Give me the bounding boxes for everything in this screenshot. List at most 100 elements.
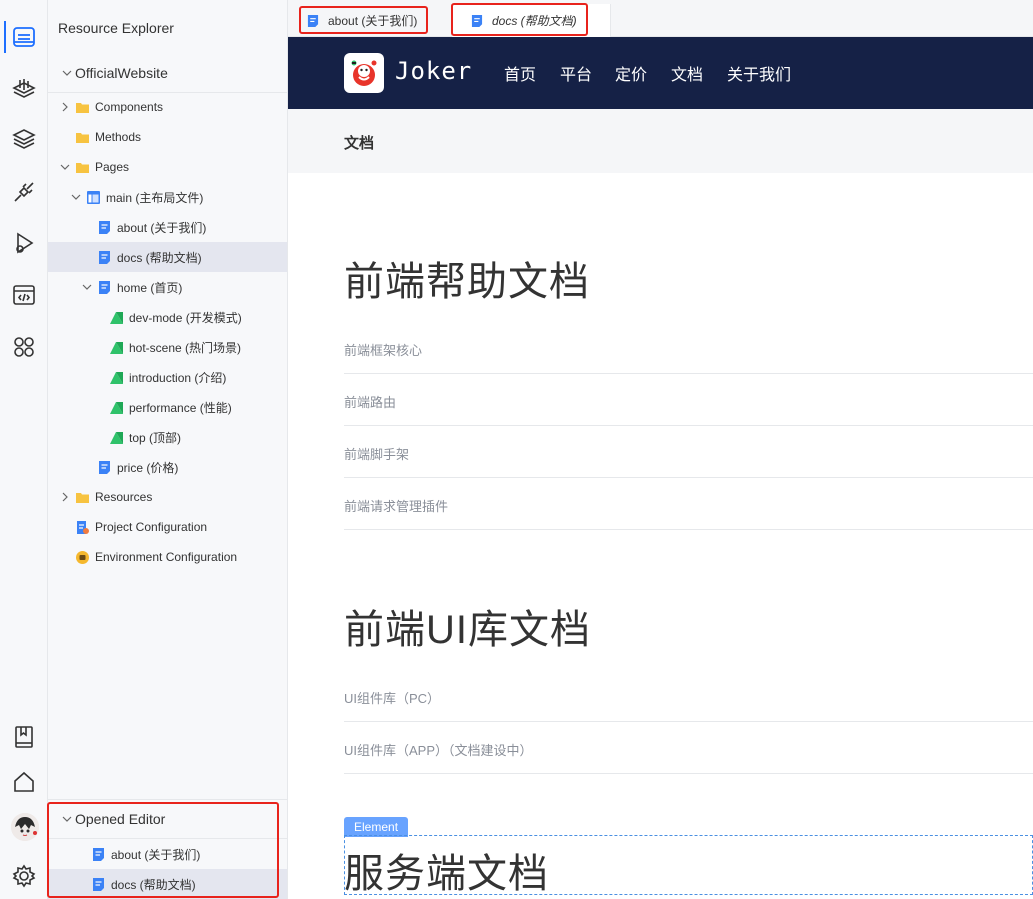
tree-item-dev-mode[interactable]: dev-mode (开发模式) (48, 302, 287, 332)
page-icon (307, 14, 319, 27)
tree-item-hot-scene[interactable]: hot-scene (热门场景) (48, 332, 287, 362)
chevron-down-icon (60, 66, 74, 80)
tree-item-label: main (主布局文件) (106, 190, 204, 205)
tree-item-docs[interactable]: docs (帮助文档) (48, 242, 287, 272)
tree-item-label: Methods (95, 130, 142, 144)
tree-item-label: Components (95, 100, 164, 114)
tree-item-home[interactable]: home (首页) (48, 272, 287, 302)
doc-link[interactable]: 前端脚手架 (344, 426, 1033, 478)
doc-link[interactable]: 前端请求管理插件 (344, 478, 1033, 530)
doc-link[interactable]: 前端路由 (344, 374, 1033, 426)
tree-item-label: about (关于我们) (117, 220, 207, 235)
chevron-down-icon (60, 812, 74, 826)
editor-tab-bar: about (关于我们) docs (帮助文档) (288, 0, 1033, 37)
doc-link[interactable]: UI组件库（APP）（文档建设中） (344, 722, 1033, 774)
doc-link[interactable]: UI组件库（PC） (344, 670, 1033, 722)
tree-item-label: home (首页) (117, 280, 183, 295)
home-icon[interactable] (0, 760, 48, 804)
folder-icon (76, 102, 89, 113)
settings-icon[interactable] (0, 854, 48, 898)
doc-link-label: UI组件库（APP）（文档建设中） (344, 743, 533, 758)
tree-item-label: Resources (95, 490, 153, 504)
avatar[interactable] (11, 813, 39, 841)
page-icon (93, 847, 104, 861)
tree-item-introduction[interactable]: introduction (介绍) (48, 362, 287, 392)
plugin-icon[interactable] (0, 170, 48, 214)
section-title-ui-library: 前端UI库文档 (344, 608, 591, 652)
project-name: OfficialWebsite (75, 65, 168, 81)
page-icon (99, 220, 110, 234)
nav-link-pricing[interactable]: 定价 (615, 61, 647, 85)
activity-bar (0, 0, 48, 899)
folder-icon (76, 132, 89, 143)
run-icon[interactable] (0, 221, 48, 265)
doc-link-label: 前端脚手架 (344, 447, 410, 462)
nav-link-home[interactable]: 首页 (504, 61, 536, 85)
divider (48, 799, 287, 800)
tree-item-label: hot-scene (热门场景) (129, 340, 242, 355)
tree-item-components[interactable]: Components (48, 92, 287, 122)
chevron-down-icon (69, 190, 83, 204)
section-title-frontend: 前端帮助文档 (344, 260, 590, 304)
opened-editor-title: Opened Editor (75, 811, 166, 827)
opened-editor-header[interactable]: Opened Editor (48, 804, 287, 834)
nav-link-docs[interactable]: 文档 (671, 61, 703, 85)
section-icon (110, 371, 123, 384)
site-navbar: Joker 首页 平台 定价 文档 关于我们 (288, 37, 1033, 109)
tab-docs[interactable]: docs (帮助文档) (451, 4, 611, 37)
chevron-down-icon (58, 160, 72, 174)
brand-name: Joker (395, 57, 473, 85)
book-icon[interactable] (0, 715, 48, 759)
tree-item-pages[interactable]: Pages (48, 152, 287, 182)
apps-icon[interactable] (0, 325, 48, 369)
layers-icon[interactable] (0, 117, 48, 161)
config-file-icon (77, 520, 89, 534)
code-icon[interactable] (0, 273, 48, 317)
page-icon (99, 280, 110, 294)
explorer-title: Resource Explorer (58, 20, 174, 36)
tree-item-main[interactable]: main (主布局文件) (48, 182, 287, 212)
tree-item-label: docs (帮助文档) (117, 250, 202, 265)
tree-item-about[interactable]: about (关于我们) (48, 212, 287, 242)
tree-item-label: Environment Configuration (95, 550, 238, 564)
page-icon (471, 14, 483, 27)
tree-item-environment-configuration[interactable]: Environment Configuration (48, 542, 287, 572)
tree-item-label: price (价格) (117, 460, 179, 475)
opened-editor-label: about (关于我们) (111, 847, 201, 862)
doc-link-label: 前端路由 (344, 395, 397, 410)
opened-editor-item-docs[interactable]: docs (帮助文档) (48, 869, 287, 899)
resource-explorer-panel: Resource Explorer OfficialWebsite Compon… (48, 0, 288, 899)
tree-item-methods[interactable]: Methods (48, 122, 287, 152)
project-root[interactable]: OfficialWebsite (48, 58, 287, 88)
section-icon (110, 431, 123, 444)
chevron-down-icon (80, 280, 94, 294)
doc-link[interactable]: 前端框架核心 (344, 322, 1033, 374)
page-icon (93, 877, 104, 891)
explorer-icon[interactable] (0, 15, 48, 59)
folder-open-icon (76, 162, 89, 173)
page-preview: Joker 首页 平台 定价 文档 关于我们 文档 前端帮助文档 前端框架核心 … (288, 37, 1033, 899)
tree-item-price[interactable]: price (价格) (48, 452, 287, 482)
tree-item-resources[interactable]: Resources (48, 482, 287, 512)
chevron-right-icon (58, 490, 72, 504)
breadcrumb: 文档 (344, 135, 375, 152)
nav-link-about[interactable]: 关于我们 (727, 61, 791, 85)
data-layers-icon[interactable] (0, 67, 48, 111)
tree-item-label: Project Configuration (95, 520, 208, 534)
tab-about[interactable]: about (关于我们) (288, 4, 438, 37)
page-icon (99, 460, 110, 474)
tree-item-top[interactable]: top (顶部) (48, 422, 287, 452)
tree-item-performance[interactable]: performance (性能) (48, 392, 287, 422)
tree-item-project-configuration[interactable]: Project Configuration (48, 512, 287, 542)
joker-logo[interactable] (344, 53, 384, 93)
layout-icon (87, 190, 100, 204)
element-badge: Element (344, 817, 409, 837)
opened-editor-item-about[interactable]: about (关于我们) (48, 839, 287, 869)
nav-link-platform[interactable]: 平台 (560, 61, 592, 85)
tab-label: about (关于我们) (328, 14, 418, 28)
section-icon (110, 311, 123, 324)
opened-editor-label: docs (帮助文档) (111, 877, 196, 892)
tree-item-label: introduction (介绍) (129, 370, 227, 385)
doc-link-label: UI组件库（PC） (344, 691, 441, 706)
doc-link-label: 前端框架核心 (344, 343, 423, 358)
